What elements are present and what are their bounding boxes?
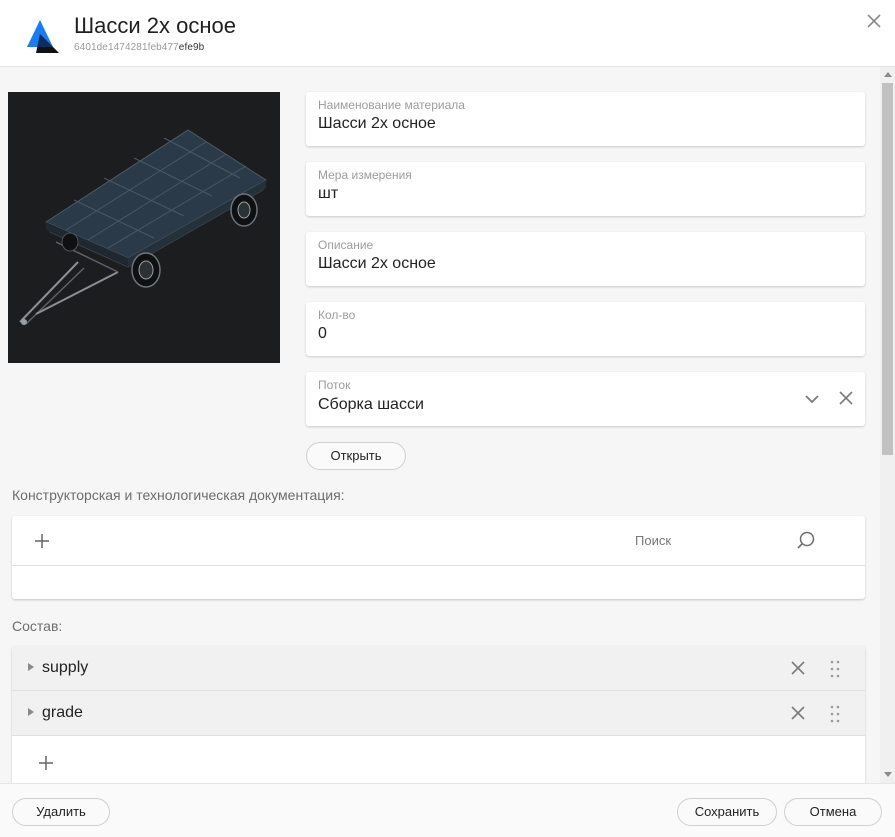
scroll-down-arrow-icon[interactable] <box>884 772 892 777</box>
material-name-label: Наименование материала <box>318 98 465 112</box>
search-icon[interactable] <box>796 530 816 550</box>
docs-panel: Поиск <box>12 516 865 599</box>
composition-row[interactable]: supply <box>12 646 865 691</box>
composition-row-label: grade <box>42 704 83 721</box>
save-button[interactable]: Сохранить <box>677 798 777 826</box>
drag-handle-icon[interactable] <box>829 704 841 724</box>
composition-section-label: Состав: <box>12 618 63 634</box>
material-name-field[interactable]: Наименование материала Шасси 2х осное <box>306 92 865 146</box>
expand-arrow-icon[interactable] <box>28 663 34 671</box>
scroll-thumb[interactable] <box>882 83 893 455</box>
quantity-field[interactable]: Кол-во 0 <box>306 302 865 356</box>
record-id: 6401de1474281feb477efe9b <box>74 42 204 53</box>
open-button[interactable]: Открыть <box>306 442 406 470</box>
composition-row-label: supply <box>42 659 89 676</box>
logo-icon <box>27 20 59 53</box>
close-icon[interactable] <box>865 12 883 30</box>
dialog-footer: Удалить Сохранить Отмена <box>0 783 895 837</box>
record-id-prefix: 6401de1474281feb477 <box>74 42 179 53</box>
material-name-value[interactable]: Шасси 2х осное <box>318 115 436 133</box>
scroll-up-arrow-icon[interactable] <box>884 72 892 77</box>
docs-toolbar: Поиск <box>12 516 865 566</box>
page-title: Шасси 2х осное <box>74 13 237 38</box>
dialog-content: Наименование материала Шасси 2х осное Ме… <box>0 67 880 783</box>
description-value[interactable]: Шасси 2х осное <box>318 255 436 273</box>
chevron-down-icon[interactable] <box>803 390 821 408</box>
flow-value[interactable]: Сборка шасси <box>318 396 424 414</box>
composition-row[interactable]: grade <box>12 691 865 736</box>
composition-panel: supply grade <box>12 646 865 783</box>
unit-label: Мера измерения <box>318 168 412 182</box>
flow-label: Поток <box>318 378 351 392</box>
remove-icon[interactable] <box>790 660 806 676</box>
unit-field[interactable]: Мера измерения шт <box>306 162 865 216</box>
delete-button[interactable]: Удалить <box>12 798 110 826</box>
quantity-value[interactable]: 0 <box>318 325 327 343</box>
quantity-label: Кол-во <box>318 308 356 322</box>
chassis-preview-image <box>8 92 280 363</box>
record-id-suffix: efe9b <box>178 42 205 53</box>
description-label: Описание <box>318 238 374 252</box>
drag-handle-icon[interactable] <box>829 659 841 679</box>
cancel-button[interactable]: Отмена <box>784 798 882 826</box>
flow-select[interactable]: Поток Сборка шасси <box>306 372 865 426</box>
unit-value[interactable]: шт <box>318 185 338 203</box>
docs-section-label: Конструкторская и технологическая докуме… <box>12 487 345 503</box>
clear-icon[interactable] <box>837 389 855 407</box>
content-scrollbar[interactable] <box>880 67 895 783</box>
description-field[interactable]: Описание Шасси 2х осное <box>306 232 865 286</box>
search-input[interactable]: Поиск <box>635 533 671 548</box>
expand-arrow-icon[interactable] <box>28 708 34 716</box>
dialog-header: Шасси 2х осное 6401de1474281feb477efe9b <box>0 0 895 67</box>
add-component-icon[interactable] <box>37 754 55 772</box>
remove-icon[interactable] <box>790 705 806 721</box>
add-document-icon[interactable] <box>33 532 51 550</box>
